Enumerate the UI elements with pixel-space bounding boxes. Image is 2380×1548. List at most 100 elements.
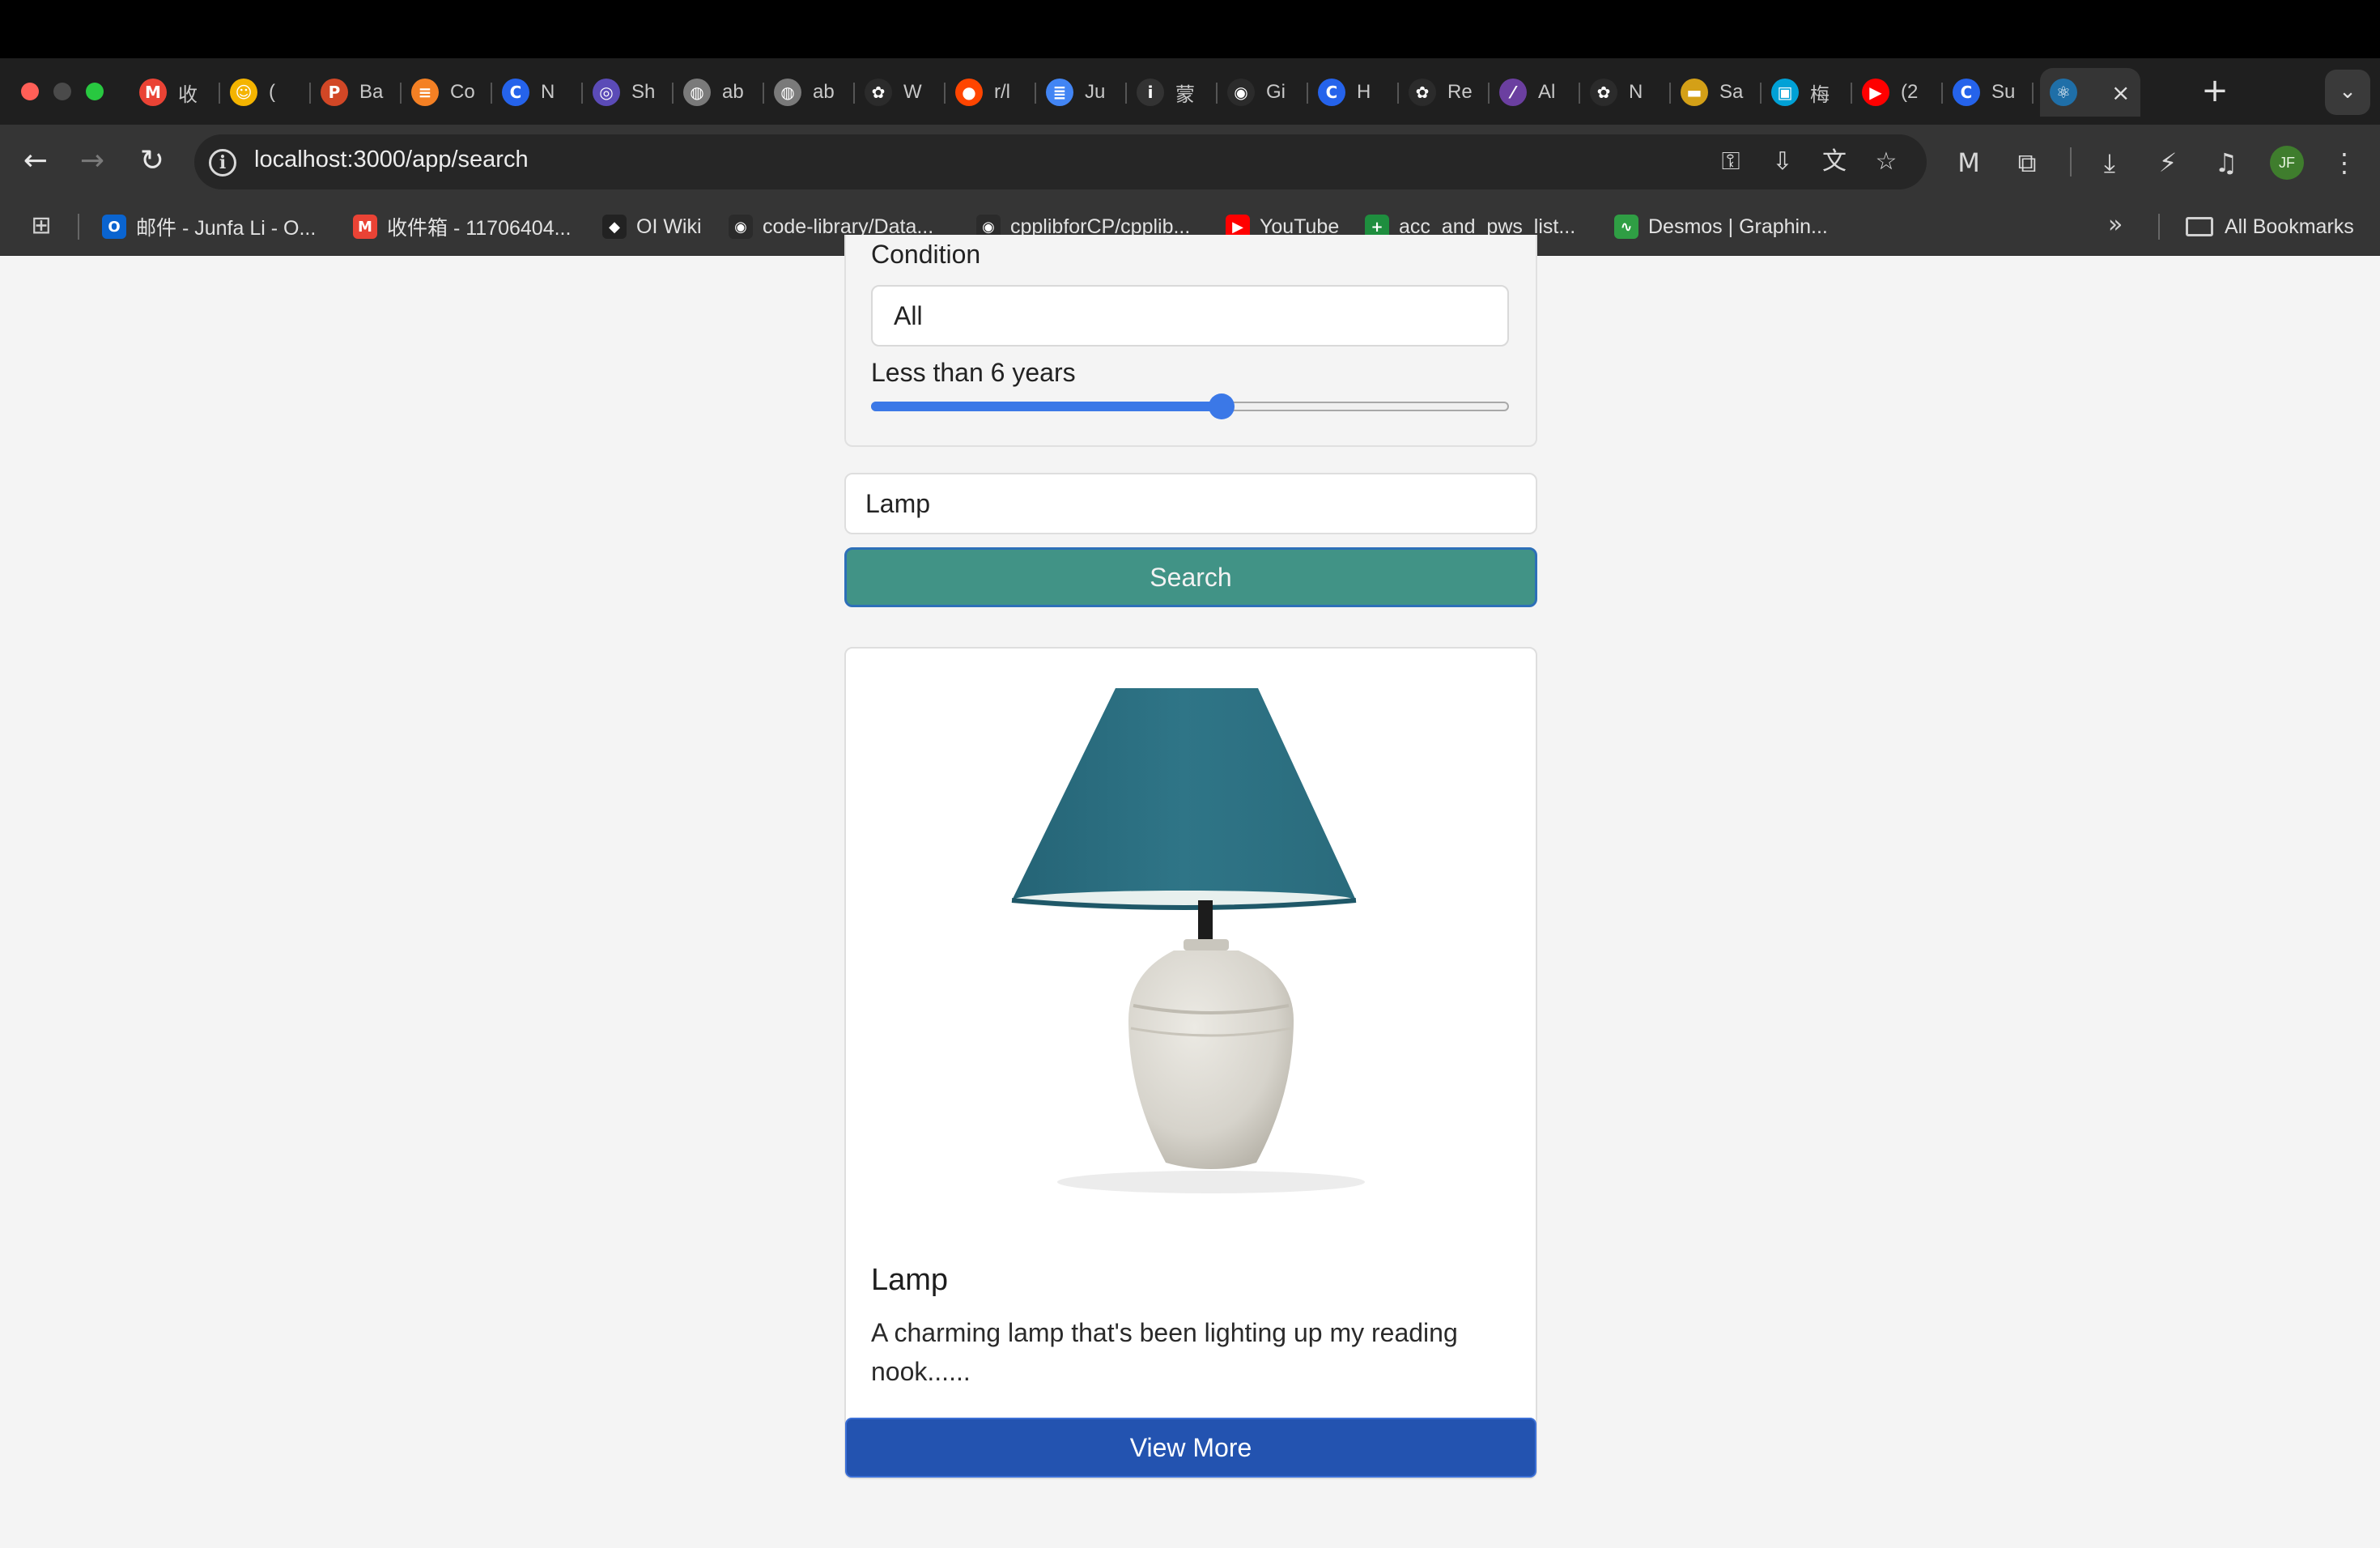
- age-range-slider[interactable]: [871, 393, 1509, 419]
- browser-tab[interactable]: ◉ Gi: [1218, 68, 1308, 117]
- browser-tab[interactable]: ◍ ab: [764, 68, 855, 117]
- browser-tab[interactable]: P Ba: [311, 68, 402, 117]
- gmail-icon: M: [353, 215, 377, 239]
- view-more-button[interactable]: View More: [845, 1418, 1536, 1478]
- bookmark-label: OI Wiki: [636, 215, 702, 238]
- window-close-button[interactable]: [21, 83, 39, 100]
- close-tab-icon[interactable]: ×: [2111, 79, 2130, 106]
- globe-icon: ◍: [774, 79, 801, 106]
- browser-tab[interactable]: ✿ Re: [1399, 68, 1490, 117]
- tab-title: Gi: [1266, 81, 1286, 103]
- reddit-icon: ●: [955, 79, 983, 106]
- tab-title: Sh: [631, 81, 656, 103]
- tab-title: Sa: [1719, 81, 1744, 103]
- condition-select[interactable]: All: [871, 285, 1509, 347]
- tab-title: Co: [450, 81, 475, 103]
- extensions-puzzle-icon[interactable]: ⧉: [2009, 146, 2045, 181]
- github-icon: ◉: [729, 215, 753, 239]
- slash-icon: ⁄: [1499, 79, 1527, 106]
- bookmarks-divider: [78, 214, 79, 240]
- media-control-icon[interactable]: ♫: [2208, 146, 2244, 181]
- result-description: A charming lamp that's been lighting up …: [871, 1318, 1458, 1386]
- tab-separator: [2032, 83, 2034, 104]
- menu-kebab-icon[interactable]: ⋮: [2327, 146, 2362, 181]
- bilibili-icon: ▣: [1771, 79, 1799, 106]
- bookmark-item[interactable]: ∿ Desmos | Graphin...: [1614, 209, 1828, 245]
- new-tab-button[interactable]: +: [2195, 73, 2234, 112]
- extension-m-icon[interactable]: M: [1951, 146, 1987, 181]
- browser-tab[interactable]: CN: [492, 68, 583, 117]
- browser-tab[interactable]: ≣ Ju: [1036, 68, 1127, 117]
- tab-search-button[interactable]: ⌄: [2325, 70, 2370, 115]
- toolbar-divider: [2070, 147, 2072, 176]
- bookmark-label: 邮件 - Junfa Li - O...: [136, 217, 317, 240]
- bookmark-item[interactable]: M 收件箱 - 11706404...: [353, 209, 571, 245]
- browser-tab[interactable]: ▬ Sa: [1671, 68, 1762, 117]
- browser-tab[interactable]: ≡ Co: [402, 68, 492, 117]
- tab-title: N: [541, 81, 555, 103]
- all-bookmarks-label: All Bookmarks: [2225, 215, 2354, 238]
- tab-list: M 收 ☺(P Ba ≡ Co C N ◎ Sh ◍ ab ◍ ab ✿ W ● r/l ≣ Ju i 蒙 ◉ Gi C H ✿ Re…: [130, 68, 2140, 117]
- profile-avatar[interactable]: JF: [2270, 146, 2304, 180]
- tab-title: (: [269, 81, 275, 103]
- translate-icon[interactable]: 文: [1818, 146, 1851, 178]
- all-bookmarks-button[interactable]: All Bookmarks: [2186, 209, 2354, 245]
- tab-title: Re: [1447, 81, 1473, 103]
- gmail-icon: M: [139, 79, 167, 106]
- outlook-icon: O: [102, 215, 126, 239]
- back-button[interactable]: ←: [15, 141, 57, 183]
- install-app-icon[interactable]: ⇩: [1766, 146, 1799, 178]
- browser-tab[interactable]: ✿ W: [855, 68, 946, 117]
- bookmark-item[interactable]: O 邮件 - Junfa Li - O...: [102, 209, 316, 245]
- bookmark-star-icon[interactable]: ☆: [1870, 146, 1902, 178]
- tab-title: Al: [1538, 81, 1556, 103]
- browser-tab[interactable]: i蒙: [1127, 68, 1218, 117]
- bookmark-label: 收件箱 - 11706404...: [387, 217, 572, 240]
- url-text[interactable]: localhost:3000/app/search: [254, 147, 529, 173]
- reload-button[interactable]: ↻: [131, 141, 173, 183]
- search-input[interactable]: Lamp: [844, 473, 1537, 534]
- browser-tab[interactable]: ⚛ ×: [2040, 68, 2140, 117]
- tab-title: Su: [1991, 81, 2016, 103]
- search-button[interactable]: Search: [844, 547, 1537, 607]
- youtube-icon: ▶: [1862, 79, 1889, 106]
- password-key-icon[interactable]: ⚿: [1715, 146, 1747, 178]
- window-maximize-button[interactable]: [86, 83, 104, 100]
- apps-grid-icon[interactable]: ⊞: [28, 212, 55, 240]
- more-bookmarks-icon[interactable]: »: [2108, 211, 2123, 239]
- forward-button[interactable]: →: [71, 141, 113, 183]
- react-icon: ⚛: [2050, 79, 2077, 106]
- browser-tab[interactable]: ▶ (2: [1852, 68, 1943, 117]
- globe-icon: ◍: [683, 79, 711, 106]
- openai-icon: ✿: [1409, 79, 1436, 106]
- browser-tab[interactable]: ✿ N: [1580, 68, 1671, 117]
- slider-thumb[interactable]: [1209, 393, 1235, 419]
- site-info-icon[interactable]: i: [209, 149, 236, 176]
- browser-tab[interactable]: ◎ Sh: [583, 68, 674, 117]
- bookmark-item[interactable]: ◆ OI Wiki: [602, 209, 702, 245]
- browser-tab[interactable]: ▣ 梅: [1762, 68, 1852, 117]
- info-icon: i: [1137, 79, 1164, 106]
- age-label: Less than 6 years: [871, 358, 1076, 387]
- tab-title: Ba: [359, 81, 384, 103]
- sunglasses-icon: ☺: [230, 79, 257, 106]
- powerpoint-icon: P: [321, 79, 348, 106]
- browser-tab[interactable]: CH: [1308, 68, 1399, 117]
- browser-tab[interactable]: ● r/l: [946, 68, 1036, 117]
- spiral-icon: ◎: [593, 79, 620, 106]
- tab-title: 蒙: [1175, 83, 1195, 106]
- browser-tab[interactable]: ◍ ab: [674, 68, 764, 117]
- browser-tab[interactable]: ☺(: [220, 68, 311, 117]
- browser-tab[interactable]: M收: [130, 68, 220, 117]
- window-minimize-button[interactable]: [53, 83, 71, 100]
- tab-title: ab: [722, 81, 744, 103]
- tab-title: 梅: [1810, 83, 1830, 106]
- downloads-icon[interactable]: ⤓: [2092, 146, 2127, 181]
- browser-tab[interactable]: C Su: [1943, 68, 2034, 117]
- graduation-cap-icon: ◆: [602, 215, 627, 239]
- tab-title: ab: [813, 81, 835, 103]
- performance-icon[interactable]: ⚡: [2150, 146, 2186, 181]
- browser-tab[interactable]: ⁄ Al: [1490, 68, 1580, 117]
- slider-fill: [871, 402, 1222, 411]
- c-icon: C: [1953, 79, 1980, 106]
